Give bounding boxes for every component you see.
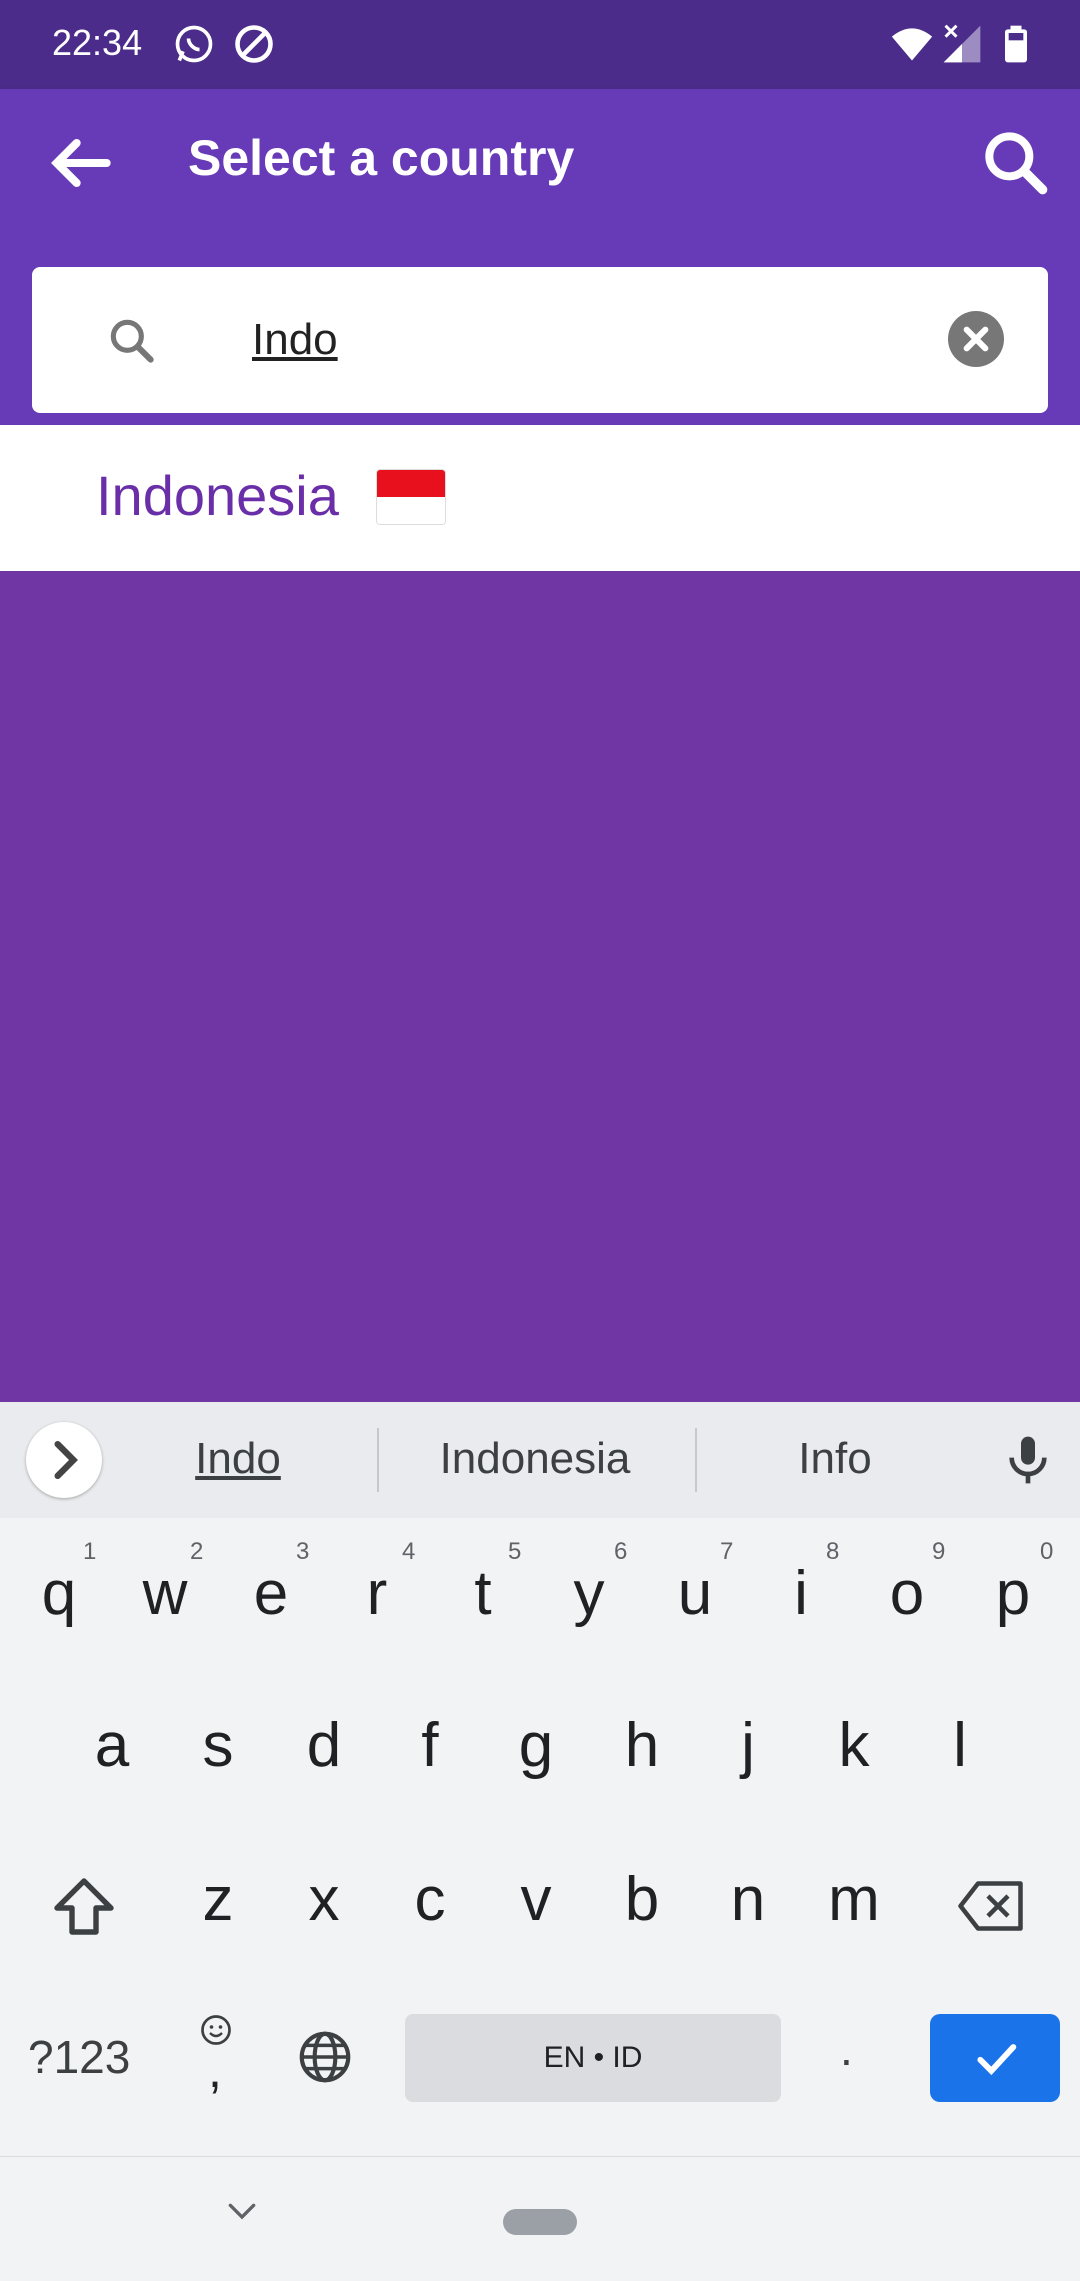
key-d[interactable]: d bbox=[274, 1710, 374, 1781]
list-item[interactable]: Indonesia bbox=[0, 425, 1080, 571]
comma-label: , bbox=[208, 2042, 222, 2098]
key-l[interactable]: l bbox=[910, 1710, 1010, 1781]
key-hint: 5 bbox=[508, 1538, 522, 1565]
key-n[interactable]: n bbox=[698, 1864, 798, 1935]
key-u[interactable]: u bbox=[645, 1558, 745, 1629]
globe-icon[interactable] bbox=[294, 2026, 356, 2088]
key-s[interactable]: s bbox=[168, 1710, 268, 1781]
key-hint: 4 bbox=[402, 1538, 416, 1565]
no-disturb-icon bbox=[235, 25, 273, 63]
navigation-bar bbox=[0, 2156, 1080, 2281]
page-title: Select a country bbox=[188, 130, 575, 186]
back-arrow-icon[interactable] bbox=[40, 123, 120, 203]
key-i[interactable]: i bbox=[751, 1558, 851, 1629]
key-hint: 0 bbox=[1040, 1538, 1054, 1565]
key-z[interactable]: z bbox=[168, 1864, 268, 1935]
status-time: 22:34 bbox=[52, 22, 143, 63]
key-hint: 7 bbox=[720, 1538, 734, 1565]
key-y[interactable]: y bbox=[539, 1558, 639, 1629]
suggestion-2[interactable]: Indonesia bbox=[405, 1434, 665, 1484]
suggestion-1[interactable]: Indo bbox=[150, 1434, 326, 1484]
key-f[interactable]: f bbox=[380, 1710, 480, 1781]
backspace-icon[interactable] bbox=[958, 1876, 1028, 1936]
key-e[interactable]: e bbox=[221, 1558, 321, 1629]
key-p[interactable]: p bbox=[963, 1558, 1063, 1629]
flag-icon bbox=[376, 469, 446, 525]
key-x[interactable]: x bbox=[274, 1864, 374, 1935]
home-handle[interactable] bbox=[503, 2209, 577, 2235]
space-key[interactable]: EN • ID bbox=[405, 2014, 781, 2102]
search-box bbox=[32, 267, 1048, 413]
key-r[interactable]: r bbox=[327, 1558, 427, 1629]
key-q[interactable]: q bbox=[9, 1558, 109, 1629]
key-o[interactable]: o bbox=[857, 1558, 957, 1629]
key-j[interactable]: j bbox=[698, 1710, 798, 1781]
key-k[interactable]: k bbox=[804, 1710, 904, 1781]
key-m[interactable]: m bbox=[804, 1864, 904, 1935]
key-w[interactable]: w bbox=[115, 1558, 215, 1629]
check-icon bbox=[977, 2044, 1017, 2076]
key-h[interactable]: h bbox=[592, 1710, 692, 1781]
suggestion-bar: Indo Indonesia Info bbox=[0, 1402, 1080, 1518]
app-bar: Select a country bbox=[0, 89, 1080, 235]
country-name: Indonesia bbox=[96, 464, 339, 527]
chevron-right-icon bbox=[54, 1441, 78, 1479]
key-hint: 1 bbox=[83, 1538, 97, 1565]
clear-button[interactable] bbox=[948, 311, 1004, 367]
key-g[interactable]: g bbox=[486, 1710, 586, 1781]
key-b[interactable]: b bbox=[592, 1864, 692, 1935]
wifi-icon bbox=[891, 28, 933, 61]
key-t[interactable]: t bbox=[433, 1558, 533, 1629]
whatsapp-icon bbox=[175, 25, 213, 63]
expand-toolbar-button[interactable] bbox=[26, 1422, 102, 1498]
period-key[interactable]: . bbox=[840, 2022, 853, 2076]
key-hint: 2 bbox=[190, 1538, 204, 1565]
status-bar: 22:34 bbox=[0, 0, 1080, 89]
key-hint: 6 bbox=[614, 1538, 628, 1565]
keyboard: Indo Indonesia Info q 1 w 2 e 3 r 4 t 5 … bbox=[0, 1402, 1080, 2156]
shift-icon[interactable] bbox=[48, 1872, 120, 1944]
search-icon[interactable] bbox=[976, 123, 1056, 203]
key-v[interactable]: v bbox=[486, 1864, 586, 1935]
suggestion-3[interactable]: Info bbox=[730, 1434, 940, 1484]
key-a[interactable]: a bbox=[62, 1710, 162, 1781]
key-hint: 3 bbox=[296, 1538, 310, 1565]
search-icon bbox=[110, 319, 154, 363]
divider bbox=[377, 1428, 379, 1492]
mic-icon[interactable] bbox=[1000, 1430, 1056, 1490]
done-button[interactable] bbox=[930, 2014, 1060, 2102]
key-c[interactable]: c bbox=[380, 1864, 480, 1935]
battery-icon bbox=[1005, 25, 1027, 63]
emoji-comma-key[interactable]: , bbox=[198, 2012, 238, 2102]
clear-icon bbox=[963, 326, 989, 352]
key-hint: 9 bbox=[932, 1538, 946, 1565]
key-hint: 8 bbox=[826, 1538, 840, 1565]
signal-icon bbox=[943, 24, 981, 63]
divider bbox=[695, 1428, 697, 1492]
chevron-down-icon[interactable] bbox=[222, 2197, 262, 2227]
search-input[interactable] bbox=[252, 309, 912, 371]
symbols-key[interactable]: ?123 bbox=[28, 2030, 130, 2084]
search-area bbox=[0, 235, 1080, 425]
